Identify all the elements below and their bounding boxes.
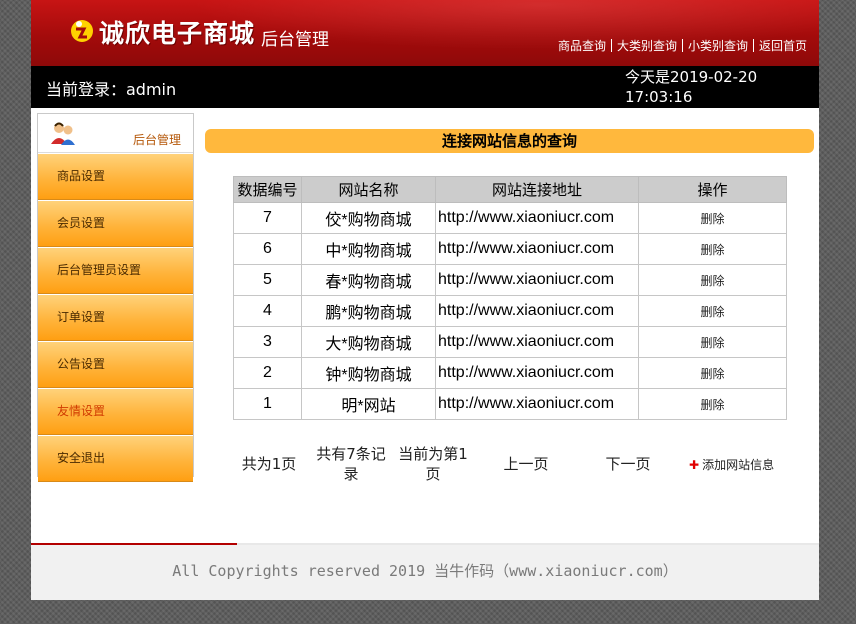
next-page-link[interactable]: 下一页 xyxy=(593,454,663,474)
delete-link[interactable]: 删除 xyxy=(638,233,787,265)
top-nav: 商品查询 大类别查询 小类别查询 返回首页 xyxy=(558,37,807,54)
nav-product-query[interactable]: 商品查询 xyxy=(558,39,606,53)
cell-url: http://www.xiaoniucr.com xyxy=(435,357,639,389)
admin-users-icon xyxy=(51,122,75,145)
cell-url: http://www.xiaoniucr.com xyxy=(435,326,639,358)
cell-id: 5 xyxy=(233,264,302,296)
delete-link[interactable]: 删除 xyxy=(638,202,787,234)
current-login: 当前登录：admin xyxy=(46,80,177,99)
nav-separator xyxy=(752,39,754,52)
logo-text: 诚欣电子商城 xyxy=(99,19,256,48)
sidebar-item-notice-settings[interactable]: 公告设置 xyxy=(38,341,193,388)
sidebar-item-product-settings[interactable]: 商品设置 xyxy=(38,153,193,200)
logo-icon xyxy=(71,20,93,42)
nav-separator xyxy=(681,39,683,52)
sites-table: 数据编号 网站名称 网站连接地址 操作 7 佼*购物商城 http://www.… xyxy=(233,176,787,420)
nav-minor-category-query[interactable]: 小类别查询 xyxy=(688,39,748,53)
delete-link[interactable]: 删除 xyxy=(638,388,787,420)
cell-id: 7 xyxy=(233,202,302,234)
total-pages: 共为1页 xyxy=(241,455,297,473)
table-row: 2 钟*购物商城 http://www.xiaoniucr.com 删除 xyxy=(233,357,787,389)
sidebar-item-member-settings[interactable]: 会员设置 xyxy=(38,200,193,247)
cell-url: http://www.xiaoniucr.com xyxy=(435,264,639,296)
column-header-name: 网站名称 xyxy=(301,176,436,203)
add-site-button[interactable]: ✚ 添加网站信息 xyxy=(689,456,774,473)
nav-major-category-query[interactable]: 大类别查询 xyxy=(617,39,677,53)
info-bar: 当前登录：admin 今天是2019-02-20 17:03:16 xyxy=(31,66,819,108)
table-row: 6 中*购物商城 http://www.xiaoniucr.com 删除 xyxy=(233,233,787,265)
delete-link[interactable]: 删除 xyxy=(638,357,787,389)
cell-url: http://www.xiaoniucr.com xyxy=(435,295,639,327)
current-page: 当前为第1页 xyxy=(398,445,468,483)
total-records: 共有7条记录 xyxy=(316,445,386,483)
logo-subtitle: 后台管理 xyxy=(261,30,329,50)
cell-id: 3 xyxy=(233,326,302,358)
table-row: 1 明*网站 http://www.xiaoniucr.com 删除 xyxy=(233,388,787,420)
delete-link[interactable]: 删除 xyxy=(638,295,787,327)
cell-name: 大*购物商城 xyxy=(301,326,436,358)
sidebar-item-link-settings[interactable]: 友情设置 xyxy=(38,388,193,435)
plus-icon: ✚ xyxy=(689,458,700,472)
sidebar-item-order-settings[interactable]: 订单设置 xyxy=(38,294,193,341)
cell-url: http://www.xiaoniucr.com xyxy=(435,388,639,420)
add-site-label: 添加网站信息 xyxy=(702,458,775,472)
cell-id: 4 xyxy=(233,295,302,327)
cell-name: 鹏*购物商城 xyxy=(301,295,436,327)
current-datetime: 今天是2019-02-20 17:03:16 xyxy=(625,68,758,106)
column-header-action: 操作 xyxy=(638,176,787,203)
cell-id: 2 xyxy=(233,357,302,389)
cell-name: 佼*购物商城 xyxy=(301,202,436,234)
delete-link[interactable]: 删除 xyxy=(638,264,787,296)
table-row: 4 鹏*购物商城 http://www.xiaoniucr.com 删除 xyxy=(233,295,787,327)
copyright-text: All Copyrights reserved 2019 当牛作码（www.xi… xyxy=(172,562,678,580)
column-header-url: 网站连接地址 xyxy=(435,176,639,203)
cell-name: 中*购物商城 xyxy=(301,233,436,265)
cell-name: 钟*购物商城 xyxy=(301,357,436,389)
sidebar-header: 后台管理 xyxy=(38,114,193,153)
nav-back-home[interactable]: 返回首页 xyxy=(759,39,807,53)
column-header-id: 数据编号 xyxy=(233,176,302,203)
sidebar-title: 后台管理 xyxy=(132,133,181,147)
cell-url: http://www.xiaoniucr.com xyxy=(435,202,639,234)
table-row: 3 大*购物商城 http://www.xiaoniucr.com 删除 xyxy=(233,326,787,358)
cell-name: 明*网站 xyxy=(301,388,436,420)
sidebar: 后台管理 商品设置 会员设置 后台管理员设置 订单设置 公告设置 友情设置 安全… xyxy=(37,113,194,482)
sidebar-item-admin-settings[interactable]: 后台管理员设置 xyxy=(38,247,193,294)
prev-page-link[interactable]: 上一页 xyxy=(491,454,561,474)
cell-id: 6 xyxy=(233,233,302,265)
cell-id: 1 xyxy=(233,388,302,420)
footer: All Copyrights reserved 2019 当牛作码（www.xi… xyxy=(31,545,819,600)
cell-url: http://www.xiaoniucr.com xyxy=(435,233,639,265)
nav-separator xyxy=(610,39,612,52)
table-row: 5 春*购物商城 http://www.xiaoniucr.com 删除 xyxy=(233,264,787,296)
table-row: 7 佼*购物商城 http://www.xiaoniucr.com 删除 xyxy=(233,202,787,234)
table-header-row: 数据编号 网站名称 网站连接地址 操作 xyxy=(233,176,787,203)
header: 诚欣电子商城 后台管理 商品查询 大类别查询 小类别查询 返回首页 xyxy=(31,0,819,66)
cell-name: 春*购物商城 xyxy=(301,264,436,296)
sidebar-item-logout[interactable]: 安全退出 xyxy=(38,435,193,482)
section-title: 连接网站信息的查询 xyxy=(205,129,814,153)
admin-page: 诚欣电子商城 后台管理 商品查询 大类别查询 小类别查询 返回首页 当前登录：admi… xyxy=(31,0,819,600)
delete-link[interactable]: 删除 xyxy=(638,326,787,358)
